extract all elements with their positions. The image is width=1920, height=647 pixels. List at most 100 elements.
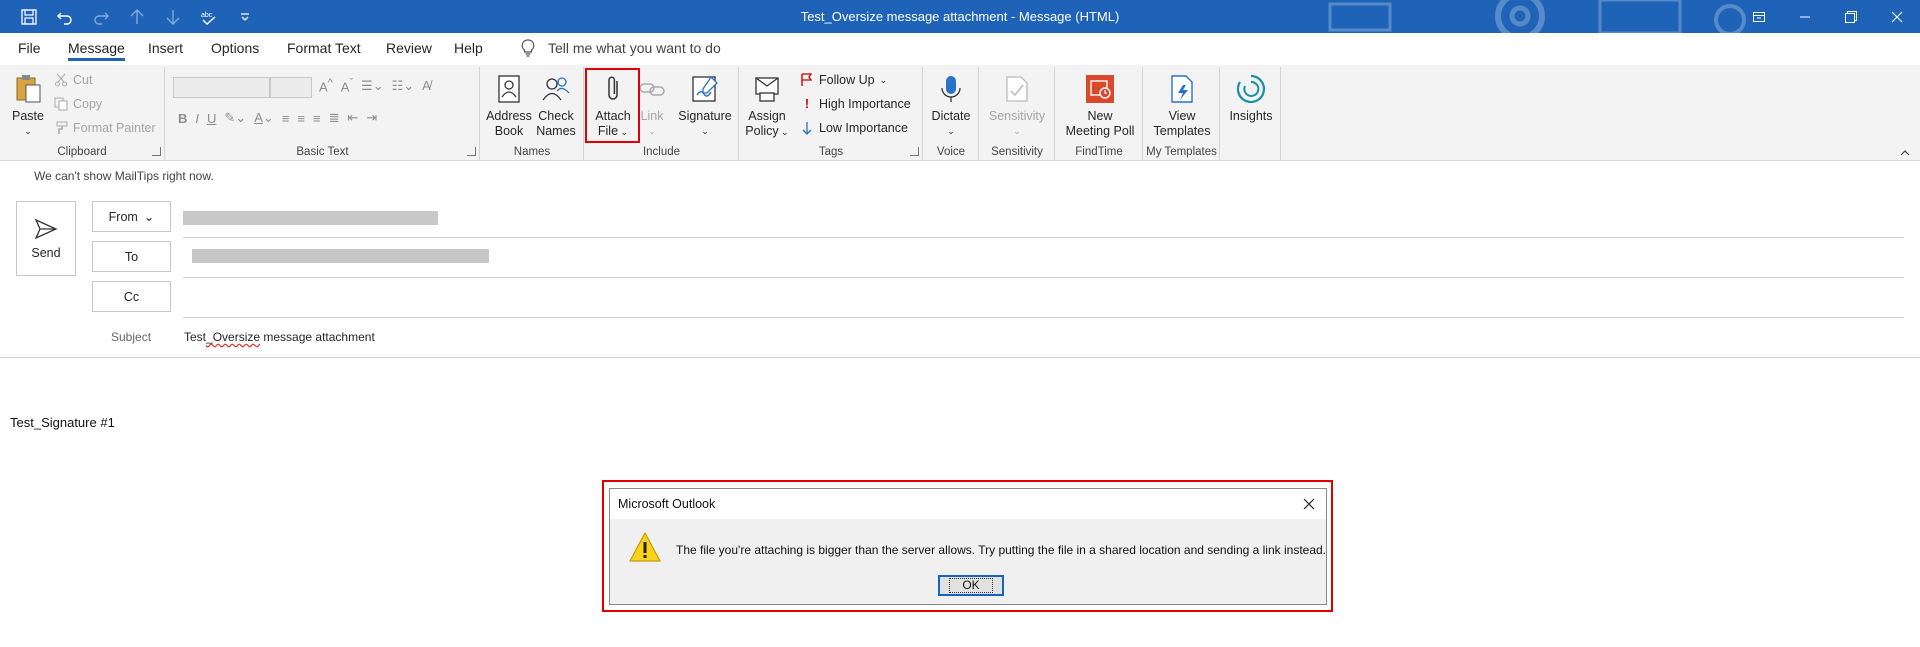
tab-file[interactable]: File <box>18 40 41 56</box>
align-right-icon[interactable]: ≡ <box>313 111 321 126</box>
subject-field[interactable]: Test_Oversize message attachment <box>184 330 375 344</box>
bullets-icon[interactable]: ☰⌄ <box>361 78 384 94</box>
sensitivity-group: Sensitivity ⌄ Sensitivity <box>980 67 1055 160</box>
to-button[interactable]: To <box>92 241 171 272</box>
tags-group: Assign Policy ⌄ Follow Up ⌄ ! High Importa… <box>740 67 923 160</box>
findtime-group: New Meeting Poll FindTime <box>1056 67 1143 160</box>
send-icon <box>34 218 58 239</box>
close-icon[interactable] <box>1300 495 1318 513</box>
align-left-icon[interactable]: ≡ <box>282 111 290 126</box>
tell-me-search[interactable]: Tell me what you want to do <box>520 39 721 57</box>
cc-button[interactable]: Cc <box>92 281 171 312</box>
copy-button[interactable]: Copy <box>54 97 102 111</box>
tags-group-label: Tags <box>818 146 844 158</box>
clipboard-dialog-launcher[interactable] <box>152 147 161 156</box>
assign-policy-button[interactable]: Assign Policy ⌄ <box>744 71 790 140</box>
low-importance-button[interactable]: Low Importance <box>800 121 908 135</box>
tab-options[interactable]: Options <box>211 40 259 56</box>
tags-dialog-launcher[interactable] <box>910 147 919 156</box>
format-painter-icon <box>56 121 68 134</box>
meeting-poll-icon <box>1082 71 1118 107</box>
cut-button[interactable]: Cut <box>54 73 92 87</box>
dictate-button[interactable]: Dictate ⌄ <box>928 71 974 139</box>
font-name-combo[interactable] <box>173 77 270 98</box>
title-bar: abc Test_Oversize message attachment - M… <box>0 0 1920 33</box>
header-divider <box>0 357 1920 358</box>
copy-icon <box>54 97 68 111</box>
signature-icon <box>687 71 723 107</box>
italic-icon[interactable]: I <box>195 111 199 126</box>
new-meeting-poll-button[interactable]: New Meeting Poll <box>1060 71 1140 139</box>
tab-insert[interactable]: Insert <box>148 40 183 56</box>
clipboard-group-label: Clipboard <box>57 146 107 158</box>
check-names-button[interactable]: Check Names <box>534 71 578 139</box>
tab-message[interactable]: Message <box>68 40 125 61</box>
from-button[interactable]: From ⌄ <box>92 201 171 232</box>
to-recipient-redacted[interactable] <box>192 249 489 263</box>
address-book-button[interactable]: Address Book <box>486 71 532 139</box>
send-label: Send <box>31 245 61 260</box>
check-names-icon <box>538 71 574 107</box>
clipboard-group: Paste ⌄ Cut Copy Format Painter Clipboar… <box>0 67 165 160</box>
numbering-icon[interactable]: ☷⌄ <box>392 78 415 94</box>
font-size-controls: A^ Aˇ ☰⌄ ☷⌄ A̸ <box>319 77 431 94</box>
basic-text-dialog-launcher[interactable] <box>467 147 476 156</box>
collapse-ribbon-icon[interactable] <box>1900 148 1910 158</box>
shrink-font-icon[interactable]: Aˇ <box>341 77 353 94</box>
signature-text[interactable]: Test_Signature #1 <box>10 415 115 430</box>
lightbulb-icon <box>521 39 535 57</box>
bold-icon[interactable]: B <box>178 111 187 126</box>
include-group-label: Include <box>642 146 681 158</box>
follow-up-button[interactable]: Follow Up ⌄ <box>800 73 887 87</box>
grow-font-icon[interactable]: A^ <box>319 77 333 94</box>
decrease-indent-icon[interactable]: ⇤ <box>347 110 358 126</box>
cc-divider <box>183 317 1904 318</box>
assign-policy-icon <box>749 71 785 107</box>
send-button[interactable]: Send <box>16 201 76 276</box>
align-center-icon[interactable]: ≡ <box>297 111 305 126</box>
clear-formatting-icon[interactable]: A̸ <box>422 78 431 93</box>
font-color-icon[interactable]: A⌄ <box>254 110 274 126</box>
voice-group: Dictate ⌄ Voice <box>924 67 979 160</box>
mailtips-bar: We can't show MailTips right now. <box>34 169 214 183</box>
restore-icon[interactable] <box>1828 0 1874 33</box>
voice-group-label: Voice <box>936 146 966 158</box>
underline-icon[interactable]: U <box>207 111 216 126</box>
view-templates-button[interactable]: View Templates <box>1148 71 1216 139</box>
tab-help[interactable]: Help <box>454 40 483 56</box>
scissors-icon <box>55 73 67 87</box>
insights-group: Insights <box>1221 67 1281 160</box>
highlight-icon[interactable]: ✎⌄ <box>224 110 246 126</box>
signature-button[interactable]: Signature ⌄ <box>677 71 733 139</box>
from-address-redacted <box>183 211 438 225</box>
attach-file-highlight <box>585 68 640 143</box>
ribbon: Paste ⌄ Cut Copy Format Painter Clipboar… <box>0 65 1920 161</box>
sensitivity-button[interactable]: Sensitivity ⌄ <box>984 71 1050 139</box>
link-button[interactable]: Link ⌄ <box>637 71 667 139</box>
my-templates-group: View Templates My Templates <box>1144 67 1220 160</box>
ribbon-display-options-icon[interactable] <box>1736 0 1782 33</box>
tab-format-text[interactable]: Format Text <box>287 40 361 56</box>
high-importance-button[interactable]: ! High Importance <box>800 97 911 111</box>
ok-button[interactable]: OK <box>938 575 1004 596</box>
minimize-icon[interactable] <box>1782 0 1828 33</box>
from-divider <box>183 237 1904 238</box>
basic-text-group: A^ Aˇ ☰⌄ ☷⌄ A̸ B I U ✎⌄ A⌄ ≡ ≡ ≡ ≣ ⇤ ⇥ B… <box>166 67 480 160</box>
increase-indent-icon[interactable]: ⇥ <box>366 110 377 126</box>
names-group-label: Names <box>513 146 551 158</box>
paste-icon <box>10 71 46 107</box>
tab-review[interactable]: Review <box>386 40 432 56</box>
templates-icon <box>1164 71 1200 107</box>
justify-icon[interactable]: ≣ <box>329 110 340 126</box>
title-bar-decoration <box>1328 0 1746 33</box>
paste-button[interactable]: Paste ⌄ <box>10 71 46 139</box>
dialog-body: The file you're attaching is bigger than… <box>610 519 1326 606</box>
insights-button[interactable]: Insights <box>1225 71 1277 124</box>
close-icon[interactable] <box>1874 0 1920 33</box>
text-format-controls: B I U ✎⌄ A⌄ ≡ ≡ ≡ ≣ ⇤ ⇥ <box>178 110 377 126</box>
dialog-title: Microsoft Outlook <box>610 489 1326 519</box>
format-painter-button[interactable]: Format Painter <box>54 121 156 135</box>
microphone-icon <box>933 71 969 107</box>
font-size-combo[interactable] <box>270 77 312 98</box>
my-templates-group-label: My Templates <box>1146 146 1217 158</box>
